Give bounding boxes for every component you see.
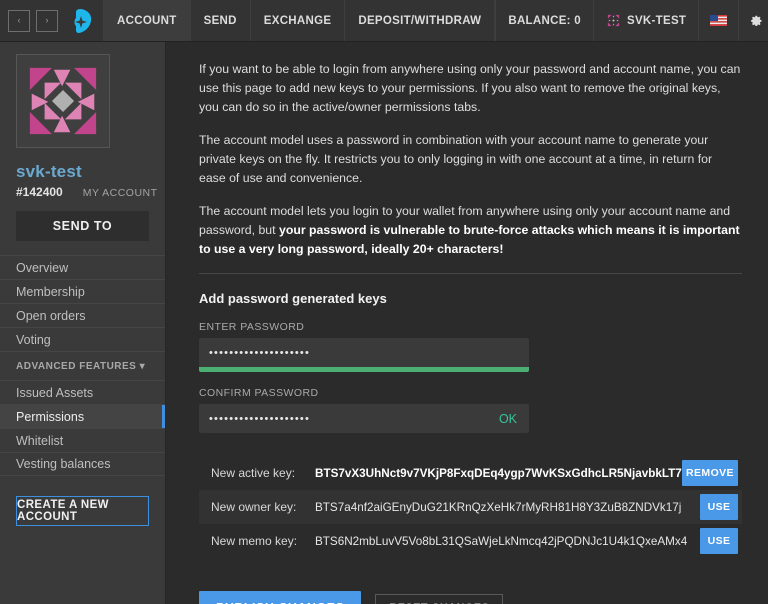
top-header: ‹ › ACCOUNT SEND EXCHANGE DEPOSIT/WITHDR… (0, 0, 768, 42)
content-divider (199, 273, 742, 274)
intro-paragraph-3: The account model lets you login to your… (199, 202, 742, 259)
forward-button[interactable]: › (36, 9, 58, 32)
sidebar-item-whitelist[interactable]: Whitelist (0, 428, 165, 452)
generated-keys-list: New active key: BTS7vX3UhNct9v7VKjP8FxqD… (199, 456, 742, 558)
account-chip-label: SVK-TEST (626, 14, 687, 27)
send-to-button[interactable]: SEND TO (16, 211, 149, 241)
action-buttons: PUBLISH CHANGES RESET CHANGES (199, 591, 742, 604)
account-identicon-icon (607, 14, 620, 27)
tab-deposit-withdraw[interactable]: DEPOSIT/WITHDRAW (344, 0, 496, 41)
use-owner-key-button[interactable]: USE (700, 494, 738, 520)
sidebar-account-meta: #142400 MY ACCOUNT (16, 185, 165, 199)
sidebar-account-tag: MY ACCOUNT (82, 187, 158, 199)
confirm-password-field[interactable]: •••••••••••••••••••• OK (199, 404, 529, 433)
table-row: New owner key: BTS7a4nf2aiGEnyDuG21KRnQz… (199, 490, 742, 524)
sidebar-item-overview[interactable]: Overview (0, 255, 165, 279)
us-flag-icon (710, 15, 728, 26)
confirm-password-label: CONFIRM PASSWORD (199, 387, 319, 399)
enter-password-input[interactable]: •••••••••••••••••••• (199, 338, 529, 367)
sidebar-item-voting[interactable]: Voting (0, 327, 165, 351)
account-avatar (16, 54, 110, 148)
key-label: New owner key: (211, 500, 297, 514)
main-content: If you want to be able to login from any… (166, 42, 768, 604)
remove-active-key-button[interactable]: REMOVE (682, 460, 738, 486)
key-label: New memo key: (211, 534, 298, 548)
table-row: New memo key: BTS6N2mbLuvV5Vo8bL31QSaWje… (199, 524, 742, 558)
tab-send[interactable]: SEND (189, 0, 251, 41)
enter-password-label: ENTER PASSWORD (199, 321, 305, 333)
intro-text: If you want to be able to login from any… (199, 60, 742, 259)
table-row: New active key: BTS7vX3UhNct9v7VKjP8FxqD… (199, 456, 742, 490)
tab-exchange[interactable]: EXCHANGE (249, 0, 346, 41)
gear-icon (751, 15, 762, 26)
sidebar-account-name[interactable]: svk-test (16, 162, 165, 182)
sidebar-item-membership[interactable]: Membership (0, 279, 165, 303)
app-logo[interactable] (66, 0, 104, 41)
sidebar-item-issued-assets[interactable]: Issued Assets (0, 380, 165, 404)
key-value: BTS7a4nf2aiGEnyDuG21KRnQzXeHk7rMyRH81H8Y… (315, 500, 682, 514)
reset-changes-button[interactable]: RESET CHANGES (375, 594, 504, 604)
app-window: ‹ › ACCOUNT SEND EXCHANGE DEPOSIT/WITHDR… (0, 0, 768, 604)
main-tabs: ACCOUNT SEND EXCHANGE DEPOSIT/WITHDRAW (103, 0, 496, 41)
intro-paragraph-1: If you want to be able to login from any… (199, 62, 741, 114)
intro-paragraph-2: The account model uses a password in com… (199, 133, 713, 185)
confirm-password-input[interactable]: •••••••••••••••••••• (199, 404, 529, 433)
create-new-account-button[interactable]: CREATE A NEW ACCOUNT (16, 496, 149, 526)
sidebar: svk-test #142400 MY ACCOUNT SEND TO Over… (0, 42, 166, 604)
key-value: BTS6N2mbLuvV5Vo8bL31QSaWjeLkNmcq42jPQDNJ… (315, 534, 688, 548)
balance-indicator[interactable]: BALANCE: 0 (496, 0, 594, 41)
confirm-password-ok-badge: OK (498, 411, 517, 426)
password-strength-bar (199, 367, 529, 372)
key-label: New active key: (211, 466, 296, 480)
tab-account[interactable]: ACCOUNT (103, 0, 191, 41)
settings-button[interactable] (739, 0, 768, 41)
balance-label: BALANCE: 0 (508, 14, 581, 27)
sidebar-advanced-features-header[interactable]: ADVANCED FEATURES ▾ (0, 351, 165, 380)
back-button[interactable]: ‹ (8, 9, 30, 32)
sidebar-item-vesting-balances[interactable]: Vesting balances (0, 452, 165, 476)
nav-arrows: ‹ › (0, 0, 66, 41)
enter-password-field[interactable]: •••••••••••••••••••• (199, 338, 529, 372)
sidebar-item-open-orders[interactable]: Open orders (0, 303, 165, 327)
sidebar-menu: Overview Membership Open orders Voting A… (0, 255, 165, 476)
key-value: BTS7vX3UhNct9v7VKjP8FxqDEq4ygp7WvKSxGdhc… (315, 466, 682, 480)
publish-changes-button[interactable]: PUBLISH CHANGES (199, 591, 362, 604)
sidebar-account-id: #142400 (16, 185, 63, 199)
locale-selector[interactable] (699, 0, 740, 41)
sidebar-item-permissions[interactable]: Permissions (0, 404, 165, 428)
body: svk-test #142400 MY ACCOUNT SEND TO Over… (0, 42, 768, 604)
bitshares-logo-icon (74, 8, 92, 33)
intro-paragraph-3-bold: your password is vulnerable to brute-for… (199, 223, 740, 256)
use-memo-key-button[interactable]: USE (700, 528, 738, 554)
section-title: Add password generated keys (199, 291, 387, 306)
account-chip[interactable]: SVK-TEST (594, 0, 700, 41)
